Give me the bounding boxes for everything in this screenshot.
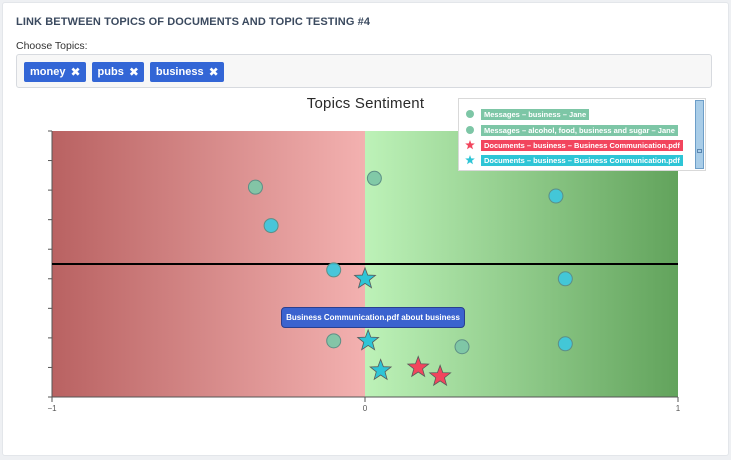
- legend-label: Messages – business – Jane: [481, 108, 590, 120]
- data-point-circle: [247, 179, 263, 195]
- legend-item-documents-cyan[interactable]: Documents – business – Business Communic…: [465, 154, 683, 166]
- data-point-circle: [454, 339, 470, 355]
- data-point-circle: [548, 188, 564, 204]
- x-tick-label: 0: [363, 404, 368, 413]
- legend-label: Documents – business – Business Communic…: [481, 139, 683, 151]
- star-marker-icon: [465, 140, 475, 150]
- circle-marker-icon: [465, 125, 475, 135]
- data-point-circle: [263, 218, 279, 234]
- x-tick-label: 1: [676, 404, 681, 413]
- data-point-circle: [557, 271, 573, 287]
- x-tick-label: −1: [47, 404, 57, 413]
- data-point-circle: [366, 170, 382, 186]
- data-point-circle: [557, 336, 573, 352]
- chart-tooltip: Business Communication.pdf about busines…: [281, 307, 465, 328]
- chart-legend: Messages – business – Jane Messages – al…: [458, 98, 706, 171]
- legend-item-documents-red[interactable]: Documents – business – Business Communic…: [465, 139, 683, 151]
- data-point-circle: [326, 262, 342, 278]
- legend-item-messages-alcohol[interactable]: Messages – alcohol, food, business and s…: [465, 124, 678, 136]
- legend-item-messages-business[interactable]: Messages – business – Jane: [465, 108, 590, 120]
- data-point-circle: [326, 333, 342, 349]
- legend-label: Documents – business – Business Communic…: [481, 154, 683, 166]
- legend-label: Messages – alcohol, food, business and s…: [481, 124, 678, 136]
- circle-marker-icon: [465, 109, 475, 119]
- sentiment-scatter-chart: −1 0 1: [47, 130, 681, 413]
- legend-scrollbar[interactable]: [695, 100, 704, 169]
- scrollbar-grip-icon: [697, 149, 702, 153]
- star-marker-icon: [465, 155, 475, 165]
